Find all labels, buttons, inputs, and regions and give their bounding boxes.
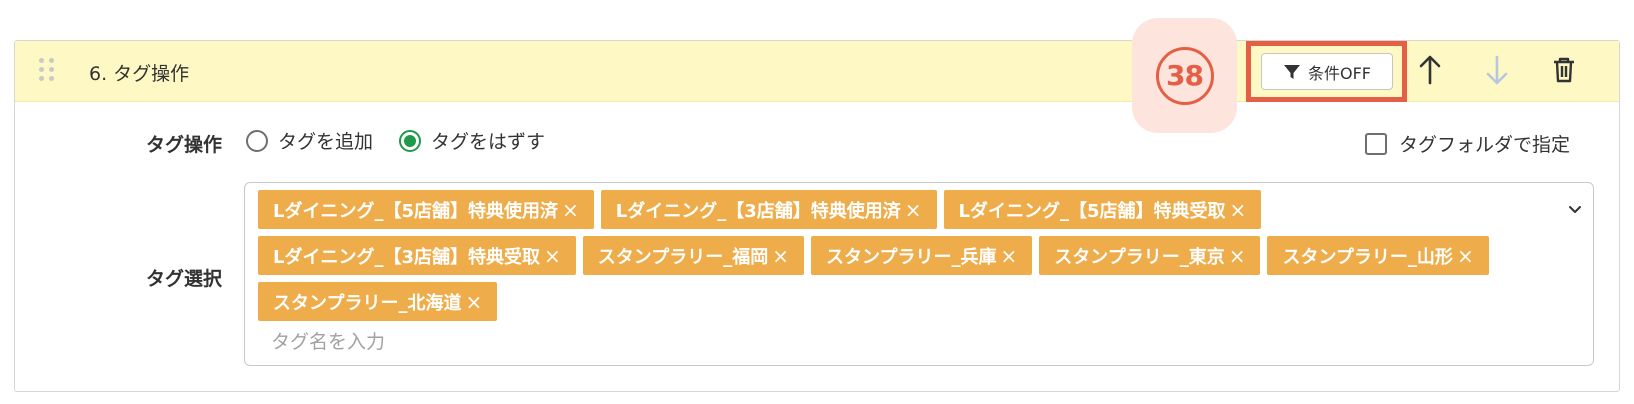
tag-chip: スタンプラリー_北海道 × xyxy=(258,282,498,321)
move-down-button[interactable] xyxy=(1479,50,1515,90)
remove-tag-icon[interactable]: × xyxy=(562,198,579,222)
tag-label: スタンプラリー_山形 xyxy=(1282,246,1453,268)
operation-radio-group: タグを追加 タグをはずす xyxy=(246,127,571,154)
arrow-up-icon xyxy=(1419,55,1441,85)
step-number: 38 xyxy=(1155,46,1214,105)
tag-chip: スタンプラリー_兵庫 × xyxy=(811,236,1033,275)
chevron-down-icon[interactable] xyxy=(1567,201,1583,217)
radio-button-checked[interactable] xyxy=(399,129,422,152)
tag-label: Lダイニング_【5店舗】特典受取 xyxy=(958,200,1226,222)
radio-add-tag[interactable]: タグを追加 xyxy=(246,127,373,154)
tag-label: Lダイニング_【3店舗】特典使用済 xyxy=(615,200,901,222)
tag-label: Lダイニング_【5店舗】特典使用済 xyxy=(273,200,558,222)
remove-tag-icon[interactable]: × xyxy=(772,244,789,268)
selection-label: タグ選択 xyxy=(145,268,222,290)
delete-button[interactable] xyxy=(1546,50,1582,90)
condition-label: 条件OFF xyxy=(1307,63,1371,83)
move-up-button[interactable] xyxy=(1412,50,1448,90)
tag-label: スタンプラリー_福岡 xyxy=(597,246,769,268)
tag-label: スタンプラリー_北海道 xyxy=(273,292,462,314)
step-badge: 38 xyxy=(1132,18,1237,133)
operation-label: タグ操作 xyxy=(145,134,222,156)
remove-tag-icon[interactable]: × xyxy=(905,198,922,222)
remove-tag-icon[interactable]: × xyxy=(544,244,561,268)
tag-chip: Lダイニング_【3店舗】特典受取 × xyxy=(258,236,576,275)
tag-chip: Lダイニング_【3店舗】特典使用済 × xyxy=(600,190,937,229)
tag-chip: Lダイニング_【5店舗】特典使用済 × xyxy=(258,190,594,229)
radio-add-tag-label: タグを追加 xyxy=(278,131,374,153)
remove-tag-icon[interactable]: × xyxy=(1000,244,1017,268)
filter-icon xyxy=(1283,64,1300,79)
selected-tags: Lダイニング_【5店舗】特典使用済 × Lダイニング_【3店舗】特典使用済 × Lダ… xyxy=(258,190,1553,321)
tag-folder-checkbox[interactable]: タグフォルダで指定 xyxy=(1365,130,1570,157)
trash-icon xyxy=(1554,57,1574,83)
remove-tag-icon[interactable]: × xyxy=(465,290,482,314)
tag-multiselect[interactable]: Lダイニング_【5店舗】特典使用済 × Lダイニング_【3店舗】特典使用済 × Lダ… xyxy=(244,182,1594,366)
tag-search-input[interactable] xyxy=(271,331,671,353)
condition-toggle-button[interactable]: 条件OFF xyxy=(1261,53,1393,90)
tag-label: スタンプラリー_兵庫 xyxy=(826,246,997,268)
tag-chip: スタンプラリー_東京 × xyxy=(1039,236,1261,275)
tag-label: Lダイニング_【3店舗】特典受取 xyxy=(273,246,540,268)
remove-tag-icon[interactable]: × xyxy=(1229,244,1246,268)
tag-chip: Lダイニング_【5店舗】特典受取 × xyxy=(943,190,1262,229)
tag-chip: スタンプラリー_福岡 × xyxy=(582,236,804,275)
card-title: 6. タグ操作 xyxy=(89,63,190,85)
drag-handle-icon[interactable] xyxy=(39,58,55,82)
radio-button[interactable] xyxy=(246,129,268,152)
tag-chip: スタンプラリー_山形 × xyxy=(1267,236,1489,275)
arrow-down-icon xyxy=(1486,55,1508,85)
remove-tag-icon[interactable]: × xyxy=(1457,244,1474,268)
radio-remove-tag-label: タグをはずす xyxy=(431,131,546,153)
tag-label: スタンプラリー_東京 xyxy=(1054,246,1225,268)
remove-tag-icon[interactable]: × xyxy=(1230,198,1247,222)
tag-folder-label: タグフォルダで指定 xyxy=(1399,134,1571,156)
radio-remove-tag[interactable]: タグをはずす xyxy=(399,127,545,154)
checkbox[interactable] xyxy=(1365,132,1387,155)
